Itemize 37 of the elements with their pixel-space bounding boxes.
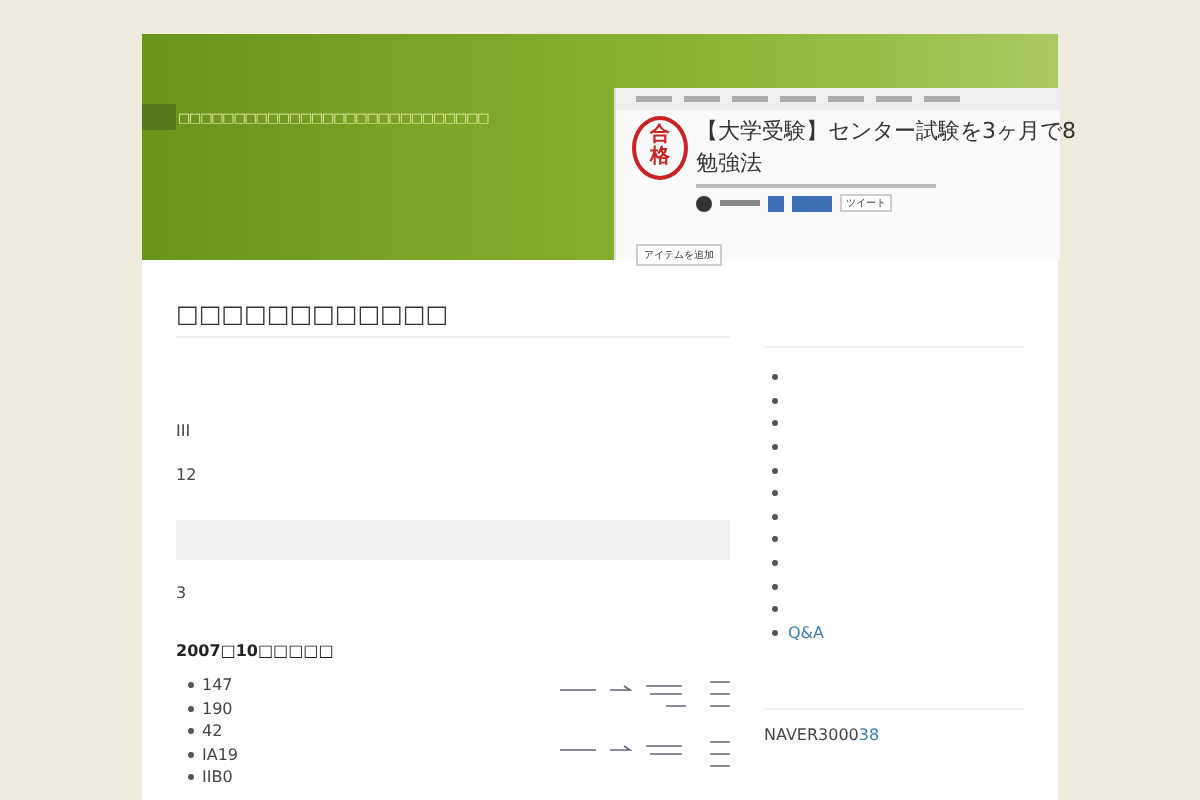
bullet-icon [188,705,194,712]
bullet-icon [772,467,778,474]
bullet-icon [772,420,778,427]
paragraph: III [176,422,193,442]
bullet-icon [772,560,778,567]
bullet-icon [772,629,778,636]
bullet-icon [188,774,194,781]
list-item: IA19 [202,745,239,764]
like-button[interactable] [792,195,832,211]
bullet-icon [772,397,778,404]
paragraph: 3 [176,584,189,604]
bullet-icon [772,606,778,613]
list-item: 42 [202,722,223,741]
list-item: IIB0 [202,768,233,787]
tagline-strip [142,104,176,130]
bullet-icon [188,728,194,735]
bullet-icon [772,513,778,520]
bullet-icon [188,682,194,689]
bullet-icon [772,536,778,543]
sidebar-link[interactable]: Q&A [788,623,825,642]
list-item: 190 [202,699,233,718]
bookmark-button[interactable] [768,195,784,211]
bullet-icon [772,444,778,451]
bullet-icon [188,751,194,758]
article-heading: □□□□□□□□□□□□ [176,300,730,338]
list-item: 147 [202,676,233,695]
article-title: 勉強法 [696,148,764,178]
stats-link[interactable]: 38 [858,726,880,745]
stats-text: NAVER3000 [764,726,859,745]
paragraph: 12 [176,466,199,486]
bullet-icon [772,374,778,381]
bullet-icon [772,490,778,497]
bullet-icon [772,583,778,590]
stamp-logo: 合格 [632,116,688,180]
article-title: 【大学受験】センター試験を3ヶ月で8 [696,116,1076,146]
avatar-icon [696,195,712,211]
section-heading: 2007□10□□□□□ [176,642,336,660]
